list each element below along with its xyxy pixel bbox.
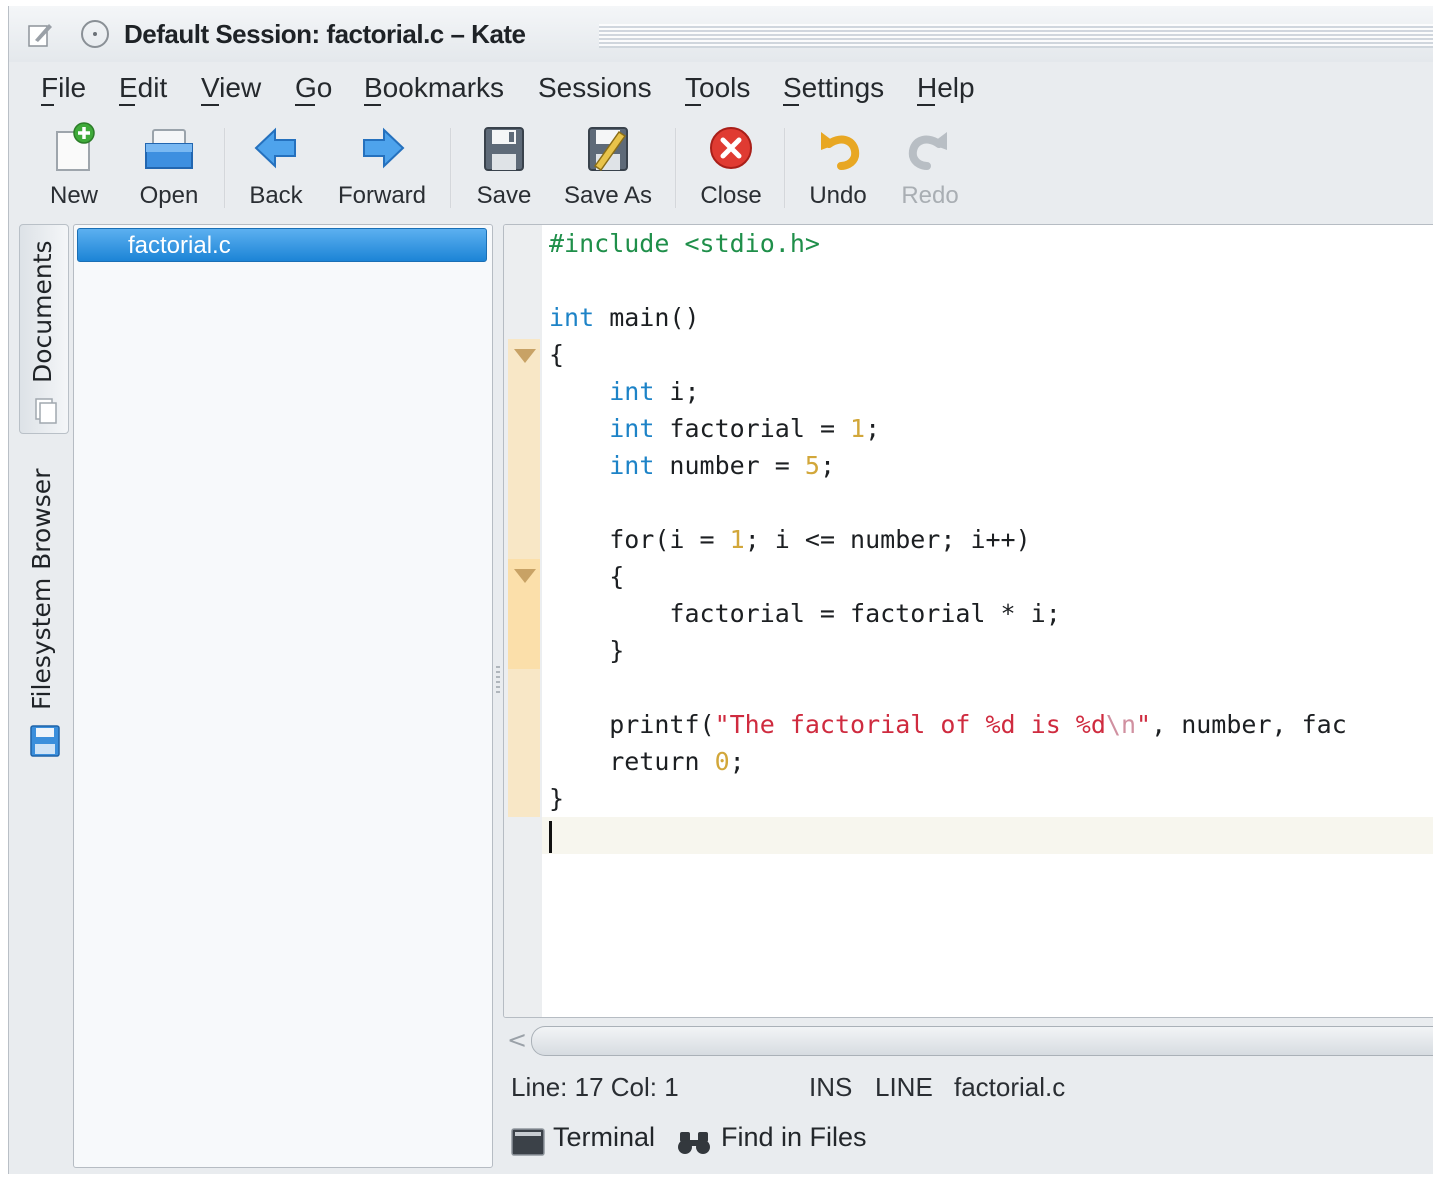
selection-mode[interactable]: LINE xyxy=(875,1072,933,1103)
menu-tools[interactable]: Tools xyxy=(685,72,750,106)
undo-button-label: Undo xyxy=(809,182,867,209)
save-button[interactable]: Save xyxy=(469,114,539,220)
menu-sessions[interactable]: Sessions xyxy=(538,72,652,104)
menu-help[interactable]: Help xyxy=(917,72,975,106)
menu-view[interactable]: View xyxy=(201,72,261,106)
forward-button-label: Forward xyxy=(337,182,427,209)
current-line-highlight xyxy=(542,817,1433,854)
code-line: #include <stdio.h> xyxy=(549,229,820,258)
new-button-label: New xyxy=(49,182,98,209)
menu-bookmarks[interactable]: Bookmarks xyxy=(364,72,504,106)
kate-window: Default Session: factorial.c – Kate File… xyxy=(8,6,1433,1174)
save-as-icon xyxy=(588,127,628,172)
toolbar-separator xyxy=(675,128,677,208)
redo-button-label: Redo xyxy=(901,182,959,209)
code-line: int number = 5; xyxy=(609,451,836,480)
code-line: printf("The factorial of %d is %d\n", nu… xyxy=(549,710,1347,739)
close-button-label: Close xyxy=(700,182,762,209)
toolbar-separator xyxy=(450,128,452,208)
code-line: { xyxy=(549,340,565,369)
code-line: factorial = factorial * i; xyxy=(549,599,1061,628)
code-line: int factorial = 1; xyxy=(609,414,881,443)
open-button-label: Open xyxy=(139,182,199,209)
terminal-icon xyxy=(511,1128,545,1156)
code-line: int i; xyxy=(609,377,700,406)
kate-app-icon[interactable] xyxy=(27,20,53,48)
scrollbar-handle[interactable] xyxy=(531,1026,1433,1056)
new-document-icon xyxy=(56,122,95,171)
save-icon xyxy=(484,127,524,171)
menu-go[interactable]: Go xyxy=(295,72,332,106)
panel-splitter-handle[interactable] xyxy=(496,666,500,696)
menu-edit[interactable]: Edit xyxy=(119,72,167,106)
code-line: return 0; xyxy=(549,747,745,776)
main-toolbar: New Open Back Forward Save Save As Close… xyxy=(9,114,1433,222)
document-name: factorial.c xyxy=(128,232,231,259)
binoculars-icon xyxy=(678,1132,710,1154)
status-filename: factorial.c xyxy=(954,1072,1066,1102)
new-button[interactable]: New xyxy=(39,114,109,220)
back-arrow-icon xyxy=(254,127,296,169)
scroll-left-arrow-icon[interactable]: < xyxy=(507,1026,527,1054)
find-in-files-tab-label: Find in Files xyxy=(721,1122,867,1152)
menu-file[interactable]: File xyxy=(41,72,86,106)
window-title: Default Session: factorial.c – Kate xyxy=(124,19,526,49)
close-icon xyxy=(710,127,752,169)
toolbar-separator xyxy=(784,128,786,208)
tab-documents[interactable]: Documents xyxy=(19,224,69,434)
input-mode[interactable]: INS xyxy=(809,1072,852,1103)
code-line: { xyxy=(549,562,625,591)
redo-icon xyxy=(908,132,947,170)
forward-arrow-icon xyxy=(363,127,405,169)
forward-button[interactable]: Forward xyxy=(332,114,432,220)
open-folder-icon xyxy=(145,129,193,169)
code-line: } xyxy=(549,784,565,813)
undo-button[interactable]: Undo xyxy=(803,114,873,220)
text-cursor xyxy=(549,821,552,853)
tab-documents-label: Documents xyxy=(28,240,57,383)
code-line: for(i = 1; i <= number; i++) xyxy=(549,525,1031,554)
tab-filesystem-browser[interactable]: Filesystem Browser xyxy=(19,442,69,762)
undo-icon xyxy=(821,132,860,170)
horizontal-scrollbar[interactable]: < xyxy=(503,1020,1433,1060)
code-editor[interactable]: #include <stdio.h> int main() { int i; i… xyxy=(503,224,1433,1018)
filesystem-icon xyxy=(30,725,60,757)
fold-marker-icon[interactable] xyxy=(514,349,536,363)
title-bar-decoration xyxy=(599,24,1433,48)
document-list-item[interactable]: factorial.c xyxy=(77,228,487,262)
menu-bar: File Edit View Go Bookmarks Sessions Too… xyxy=(9,62,1433,114)
document-list-panel: factorial.c xyxy=(73,224,493,1168)
save-button-label: Save xyxy=(476,182,532,209)
tab-filesystem-browser-label: Filesystem Browser xyxy=(27,468,56,710)
title-bar: Default Session: factorial.c – Kate xyxy=(9,6,1433,62)
terminal-tab-label: Terminal xyxy=(553,1122,656,1152)
documents-icon xyxy=(35,398,57,424)
cursor-position: Line: 17 Col: 1 xyxy=(511,1072,679,1102)
save-as-button[interactable]: Save As xyxy=(561,114,655,220)
close-button[interactable]: Close xyxy=(695,114,767,220)
toolbar-separator xyxy=(224,128,226,208)
code-line: } xyxy=(549,636,625,665)
back-button-label: Back xyxy=(249,182,303,209)
open-button[interactable]: Open xyxy=(131,114,207,220)
code-line: int main() xyxy=(549,303,700,332)
sticky-button-icon[interactable] xyxy=(81,20,109,48)
back-button[interactable]: Back xyxy=(241,114,311,220)
save-as-button-label: Save As xyxy=(563,182,653,209)
sidebar-tab-strip: Documents Filesystem Browser xyxy=(19,224,69,769)
redo-button[interactable]: Redo xyxy=(895,114,965,220)
menu-settings[interactable]: Settings xyxy=(783,72,884,106)
fold-marker-icon[interactable] xyxy=(514,569,536,583)
